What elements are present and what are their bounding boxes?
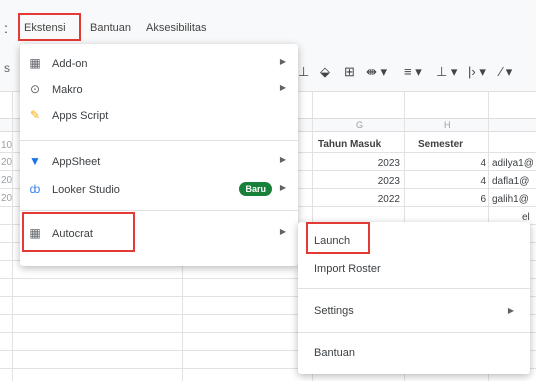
wrap-icon[interactable]: |› ▾ bbox=[468, 64, 486, 80]
apps-script-icon: ✎ bbox=[29, 108, 41, 122]
appsheet-icon: ▼ bbox=[29, 154, 41, 168]
grid-line bbox=[12, 92, 13, 381]
menu-aksesibilitas[interactable]: Aksesibilitas bbox=[146, 22, 207, 34]
column-letter-g[interactable]: G bbox=[356, 120, 363, 130]
add-on-icon: ▦ bbox=[29, 56, 41, 70]
submenu-item-bantuan[interactable]: Bantuan bbox=[298, 338, 530, 368]
cell-semester[interactable]: 6 bbox=[408, 194, 486, 205]
new-badge: Baru bbox=[239, 182, 272, 196]
text-color-icon[interactable]: ⊥ bbox=[298, 64, 309, 80]
column-letter-h[interactable]: H bbox=[444, 120, 451, 130]
cell-email[interactable]: dafla1@ bbox=[492, 176, 536, 187]
menu-separator bbox=[298, 288, 530, 289]
autocrat-highlight bbox=[22, 212, 135, 252]
submenu-item-label: Settings bbox=[314, 305, 354, 317]
valign-icon[interactable]: ⊥ ▾ bbox=[436, 64, 457, 80]
macro-icon: ⊙ bbox=[29, 82, 41, 96]
fill-color-icon[interactable]: ⬙ bbox=[320, 64, 330, 80]
row-number: 20 bbox=[1, 175, 13, 186]
row-number: 20 bbox=[1, 193, 13, 204]
header-semester[interactable]: Semester bbox=[418, 139, 463, 150]
chevron-right-icon: ▶ bbox=[279, 227, 286, 236]
cell-email[interactable]: adilya1@ bbox=[492, 158, 536, 169]
menu-separator bbox=[298, 332, 530, 333]
menu-item-apps-script[interactable]: ✎ Apps Script bbox=[20, 104, 298, 128]
looker-studio-icon: ȸ bbox=[29, 182, 41, 196]
ekstensi-highlight bbox=[18, 13, 81, 41]
cell-tahun-masuk[interactable]: 2022 bbox=[320, 194, 400, 205]
chevron-right-icon: ▶ bbox=[279, 183, 286, 192]
menu-edge-fragment: : bbox=[4, 20, 8, 36]
header-tahun-masuk[interactable]: Tahun Masuk bbox=[318, 139, 381, 150]
menu-item-label: Looker Studio bbox=[52, 184, 120, 196]
chevron-right-icon: ▶ bbox=[279, 155, 286, 164]
cell-semester[interactable]: 4 bbox=[408, 176, 486, 187]
cell-email[interactable]: galih1@ bbox=[492, 194, 536, 205]
menu-item-makro[interactable]: ⊙ Makro ▶ bbox=[20, 78, 298, 102]
menu-item-label: AppSheet bbox=[52, 156, 101, 168]
menu-separator bbox=[20, 140, 298, 141]
row-number: 20 bbox=[1, 157, 13, 168]
submenu-item-label: Bantuan bbox=[314, 347, 355, 359]
cell-tahun-masuk[interactable]: 2023 bbox=[320, 158, 400, 169]
menu-item-label: Makro bbox=[52, 84, 83, 96]
submenu-item-settings[interactable]: Settings ▶ bbox=[298, 296, 530, 326]
menu-item-label: Apps Script bbox=[52, 110, 109, 122]
menu-separator bbox=[20, 210, 298, 211]
borders-icon[interactable]: ⊞ bbox=[344, 64, 355, 80]
chevron-right-icon: ▶ bbox=[507, 306, 514, 315]
merge-cells-icon[interactable]: ⇼ ▾ bbox=[366, 64, 387, 80]
menu-item-add-on[interactable]: ▦ Add-on ▶ bbox=[20, 52, 298, 76]
chevron-right-icon: ▶ bbox=[279, 83, 286, 92]
cell-semester[interactable]: 4 bbox=[408, 158, 486, 169]
menu-item-label: Add-on bbox=[52, 58, 88, 70]
row-number: 10 bbox=[1, 140, 13, 151]
launch-highlight bbox=[306, 222, 370, 254]
menu-item-appsheet[interactable]: ▼ AppSheet ▶ bbox=[20, 150, 298, 174]
menu-bantuan[interactable]: Bantuan bbox=[90, 22, 131, 34]
align-icon[interactable]: ≡ ▾ bbox=[404, 64, 422, 80]
submenu-item-label: Import Roster bbox=[314, 263, 381, 275]
toolbar-edge-fragment: s bbox=[4, 61, 10, 75]
rotate-icon[interactable]: ⁄ ▾ bbox=[500, 64, 512, 80]
menu-item-looker-studio[interactable]: ȸ Looker Studio Baru ▶ bbox=[20, 178, 298, 202]
chevron-right-icon: ▶ bbox=[279, 57, 286, 66]
cell-tahun-masuk[interactable]: 2023 bbox=[320, 176, 400, 187]
submenu-item-import-roster[interactable]: Import Roster bbox=[298, 254, 530, 284]
